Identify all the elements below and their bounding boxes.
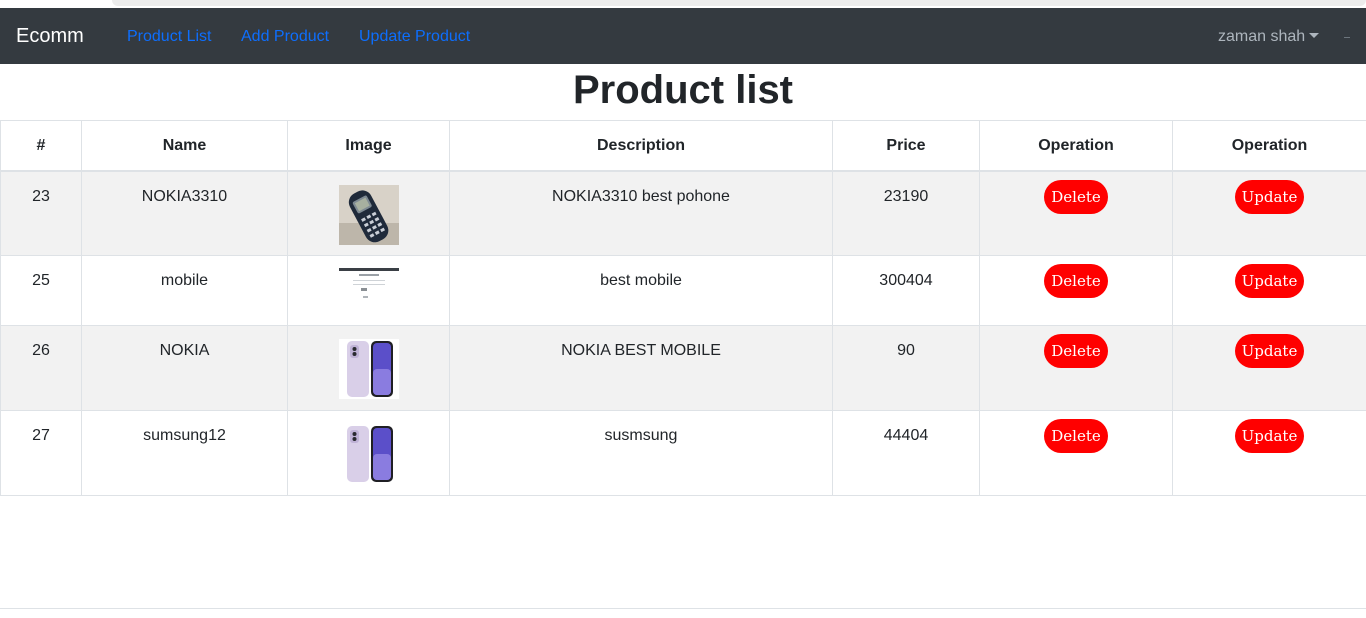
table-row: 26 NOKIA NOKIA BEST MOBILE 90 Delete Upd… bbox=[0, 325, 1366, 411]
cell-description: best mobile bbox=[449, 255, 833, 326]
cell-id: 27 bbox=[0, 410, 82, 496]
update-button[interactable]: Update bbox=[1234, 419, 1305, 453]
header-operation-delete: Operation bbox=[979, 120, 1173, 172]
chevron-down-icon bbox=[1309, 33, 1320, 38]
brand-logo[interactable]: Ecomm bbox=[16, 24, 84, 48]
table-header-row: # Name Image Description Price Operation… bbox=[0, 120, 1366, 172]
user-name: zaman shah bbox=[1218, 28, 1306, 45]
cell-name: sumsung12 bbox=[81, 410, 288, 496]
table-row: 23 NOKIA3310 NOKIA3310 best pohone 23190… bbox=[0, 170, 1366, 256]
header-price: Price bbox=[832, 120, 980, 172]
cell-delete: Delete bbox=[979, 170, 1173, 256]
cell-price: 44404 bbox=[832, 410, 980, 496]
cell-id: 25 bbox=[0, 255, 82, 326]
cell-image bbox=[287, 170, 450, 256]
cell-id: 26 bbox=[0, 325, 82, 411]
page-bottom-divider bbox=[0, 608, 1366, 609]
cell-update: Update bbox=[1172, 255, 1366, 326]
delete-button[interactable]: Delete bbox=[1044, 179, 1108, 214]
table-row: 27 sumsung12 susmsung 44404 Delete Updat… bbox=[0, 410, 1366, 496]
product-image bbox=[338, 184, 399, 245]
update-button[interactable]: Update bbox=[1234, 179, 1305, 214]
cell-price: 23190 bbox=[832, 170, 980, 256]
table-row: 25 mobile best mobile 300404 Delete Upda… bbox=[0, 255, 1366, 326]
nav-update-product[interactable]: Update Product bbox=[359, 27, 470, 47]
cell-image bbox=[287, 410, 450, 496]
cell-image bbox=[287, 255, 450, 326]
header-name: Name bbox=[81, 120, 288, 172]
cell-description: NOKIA3310 best pohone bbox=[449, 170, 833, 256]
cell-description: NOKIA BEST MOBILE bbox=[449, 325, 833, 411]
product-image bbox=[338, 339, 399, 399]
product-image bbox=[338, 424, 399, 484]
header-id: # bbox=[0, 120, 82, 172]
cell-name: mobile bbox=[81, 255, 288, 326]
navbar-edge-mark bbox=[1344, 37, 1350, 38]
nav-add-product[interactable]: Add Product bbox=[241, 27, 329, 47]
cell-description: susmsung bbox=[449, 410, 833, 496]
delete-button[interactable]: Delete bbox=[1044, 334, 1108, 368]
cell-delete: Delete bbox=[979, 255, 1173, 326]
delete-button[interactable]: Delete bbox=[1044, 419, 1108, 453]
browser-top-strip bbox=[0, 0, 1366, 8]
cell-price: 90 bbox=[832, 325, 980, 411]
cell-delete: Delete bbox=[979, 325, 1173, 411]
cell-delete: Delete bbox=[979, 410, 1173, 496]
update-button[interactable]: Update bbox=[1234, 334, 1305, 368]
navbar: Ecomm Product List Add Product Update Pr… bbox=[0, 8, 1366, 64]
header-description: Description bbox=[449, 120, 833, 172]
cell-update: Update bbox=[1172, 410, 1366, 496]
nav-product-list[interactable]: Product List bbox=[127, 27, 211, 47]
cell-price: 300404 bbox=[832, 255, 980, 326]
cell-image bbox=[287, 325, 450, 411]
product-image bbox=[338, 268, 399, 308]
header-operation-update: Operation bbox=[1172, 120, 1366, 172]
cell-update: Update bbox=[1172, 170, 1366, 256]
user-dropdown[interactable]: zaman shah bbox=[1218, 27, 1320, 47]
header-image: Image bbox=[287, 120, 450, 172]
cell-update: Update bbox=[1172, 325, 1366, 411]
page-title: Product list bbox=[572, 68, 794, 112]
cell-name: NOKIA bbox=[81, 325, 288, 411]
cell-name: NOKIA3310 bbox=[81, 170, 288, 256]
delete-button[interactable]: Delete bbox=[1044, 264, 1108, 298]
cell-id: 23 bbox=[0, 170, 82, 256]
product-table: # Name Image Description Price Operation… bbox=[0, 120, 1366, 496]
update-button[interactable]: Update bbox=[1234, 264, 1305, 298]
